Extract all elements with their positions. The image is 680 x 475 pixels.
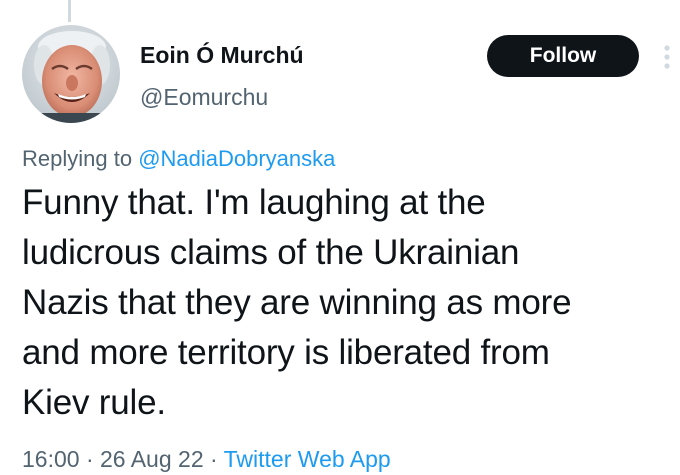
tweet-text-line: Funny that. I'm laughing at the	[22, 183, 486, 222]
tweet-text: Funny that. I'm laughing at the ludicrou…	[22, 178, 672, 428]
tweet-metadata: 16:00 · 26 Aug 22 · Twitter Web App	[22, 446, 391, 473]
replying-to-mention-link[interactable]: @NadiaDobryanska	[138, 146, 335, 171]
follow-button[interactable]: Follow	[487, 35, 639, 77]
more-vertical-icon[interactable]	[663, 44, 671, 70]
tweet-text-line: and more territory is liberated from	[22, 333, 550, 372]
author-handle[interactable]: @Eomurchu	[140, 84, 268, 111]
tweet-text-line: Kiev rule.	[22, 383, 166, 422]
avatar[interactable]	[22, 25, 120, 123]
avatar-image	[22, 25, 120, 123]
author-display-name[interactable]: Eoin Ó Murchú	[140, 42, 304, 69]
replying-to-line: Replying to @NadiaDobryanska	[22, 146, 335, 172]
replying-to-label: Replying to	[22, 146, 139, 171]
meta-separator: ·	[203, 446, 224, 472]
tweet-date[interactable]: 26 Aug 22	[100, 446, 204, 472]
thread-connector-line	[68, 0, 71, 22]
tweet-text-line: ludicrous claims of the Ukrainian	[22, 233, 520, 272]
tweet-source-link[interactable]: Twitter Web App	[224, 446, 391, 472]
tweet-text-line: Nazis that they are winning as more	[22, 283, 572, 322]
tweet-time[interactable]: 16:00	[22, 446, 80, 472]
meta-separator: ·	[79, 446, 101, 472]
